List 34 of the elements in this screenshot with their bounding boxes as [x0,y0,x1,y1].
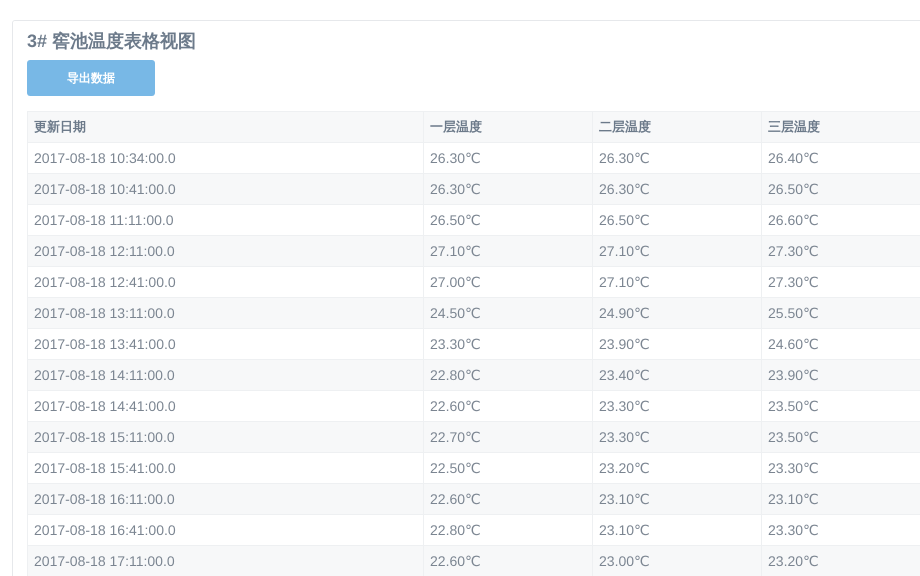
table-cell: 2017-08-18 17:11:00.0 [28,546,424,576]
column-header: 二层温度 [592,112,762,142]
table-cell: 23.10℃ [762,484,920,514]
table-cell: 23.50℃ [762,422,920,452]
table-cell: 2017-08-18 14:11:00.0 [28,360,424,390]
table-cell: 2017-08-18 15:11:00.0 [28,422,424,452]
table-cell: 22.70℃ [424,422,592,452]
table-cell: 2017-08-18 10:41:00.0 [28,174,424,204]
table-cell: 26.50℃ [762,174,920,204]
table-cell: 23.10℃ [592,484,762,514]
column-header: 更新日期 [28,112,424,142]
table-cell: 23.20℃ [762,546,920,576]
table-cell: 2017-08-18 16:11:00.0 [28,484,424,514]
column-header: 三层温度 [762,112,920,142]
table-cell: 23.30℃ [592,422,762,452]
export-button[interactable]: 导出数据 [27,60,155,96]
table-cell: 25.50℃ [762,298,920,328]
page-title: 3# 窖池温度表格视图 [27,30,198,53]
table-cell: 22.80℃ [424,360,592,390]
table-cell: 26.30℃ [424,174,592,204]
table-cell: 27.10℃ [424,236,592,266]
table-cell: 24.90℃ [592,298,762,328]
column-header: 一层温度 [424,112,592,142]
table-cell: 2017-08-18 13:11:00.0 [28,298,424,328]
table-cell: 23.90℃ [762,360,920,390]
table-cell: 22.60℃ [424,484,592,514]
table-cell: 27.10℃ [592,236,762,266]
table-cell: 23.40℃ [592,360,762,390]
table-cell: 2017-08-18 12:11:00.0 [28,236,424,266]
table-cell: 22.60℃ [424,546,592,576]
table-cell: 24.50℃ [424,298,592,328]
table-cell: 26.30℃ [592,174,762,204]
table-cell: 27.30℃ [762,236,920,266]
table-cell: 23.00℃ [592,546,762,576]
